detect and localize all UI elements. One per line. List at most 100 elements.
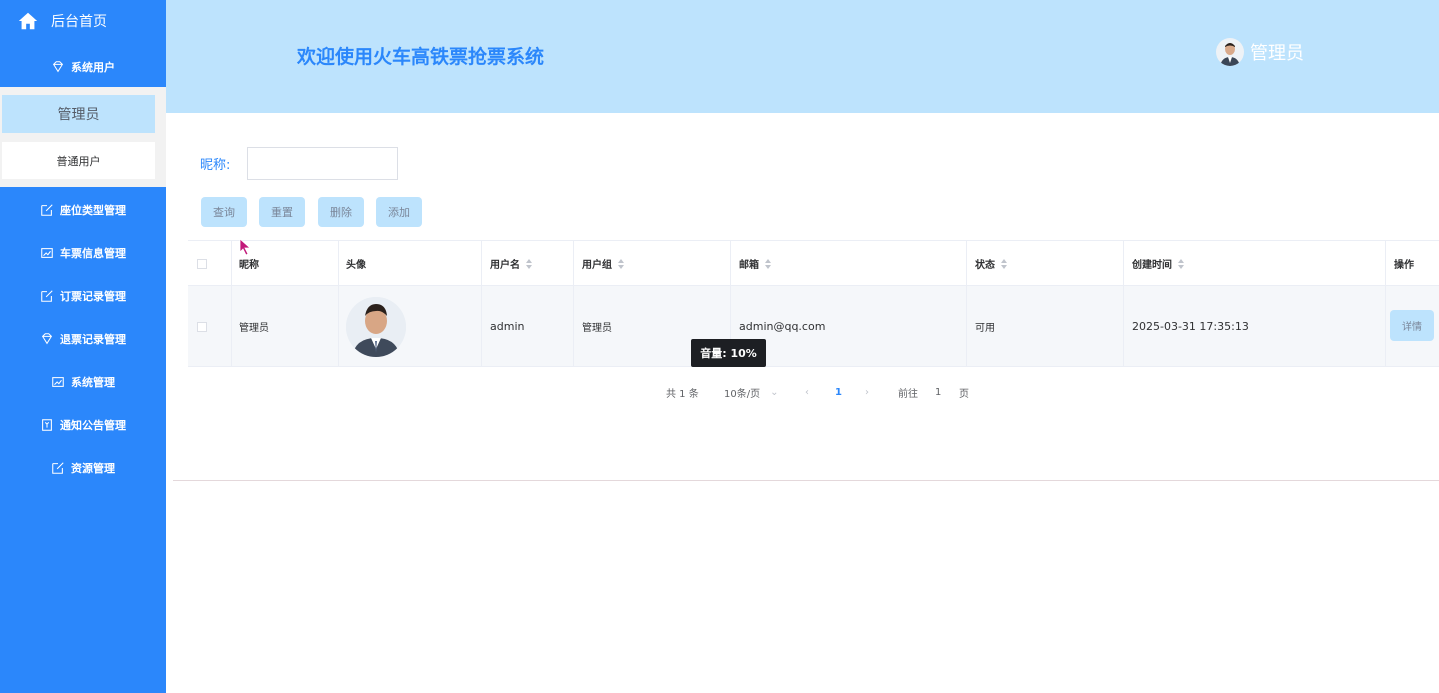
select-all-checkbox-cell[interactable] (197, 241, 207, 286)
sidebar-item-label: 车票信息管理 (60, 246, 126, 260)
edit-icon (41, 203, 53, 216)
cell-group: 管理员 (582, 323, 612, 334)
table-row: 管理员 admin 管理员 admin@qq.com 可用 2025-03-31… (188, 286, 1439, 367)
goto-prefix: 前往 (898, 388, 918, 400)
column-divider (481, 241, 482, 367)
table-header-row: 昵称 头像 用户名 用户组 邮箱 状态 创建时间 操作 (188, 241, 1439, 286)
sort-icon[interactable] (1178, 258, 1184, 269)
app-root: 后台首页 系统用户 管理员 普通用户 座位类型管理 车票信息管理 订票记录管理 … (0, 0, 1439, 693)
column-header-label: 昵称 (239, 260, 259, 271)
query-button[interactable]: 查询 (201, 197, 247, 227)
reset-button[interactable]: 重置 (259, 197, 305, 227)
column-header-label: 状态 (975, 260, 995, 271)
sidebar-item-label: 座位类型管理 (60, 203, 126, 217)
sidebar-item-resources[interactable]: 资源管理 (0, 446, 166, 489)
chevron-down-icon: ⌄ (770, 386, 779, 398)
submenu-item-admin[interactable]: 管理员 (2, 95, 155, 133)
sidebar: 后台首页 系统用户 管理员 普通用户 座位类型管理 车票信息管理 订票记录管理 … (0, 0, 166, 693)
sidebar-item-system-users[interactable]: 系统用户 (0, 45, 166, 88)
column-header-label: 操作 (1394, 260, 1414, 271)
sidebar-item-label: 系统管理 (71, 375, 115, 389)
avatar (346, 296, 406, 357)
detail-button[interactable]: 详情 (1390, 310, 1434, 341)
column-header-label: 用户名 (490, 260, 520, 271)
bookmark-icon (42, 418, 52, 431)
column-header-group[interactable]: 用户组 (582, 241, 624, 286)
column-divider (1123, 241, 1124, 367)
sidebar-item-system-management[interactable]: 系统管理 (0, 360, 166, 403)
sidebar-item-label: 资源管理 (71, 461, 115, 475)
sidebar-item-label: 系统用户 (71, 60, 115, 74)
goto-page-input[interactable]: 1 (935, 384, 941, 400)
column-header-label: 头像 (346, 260, 366, 271)
sort-icon[interactable] (526, 258, 532, 269)
cell-status: 可用 (975, 323, 995, 334)
users-table: 昵称 头像 用户名 用户组 邮箱 状态 创建时间 操作 管理员 admin 管理… (188, 240, 1439, 367)
sort-icon[interactable] (1001, 258, 1007, 269)
goto-suffix: 页 (959, 388, 969, 400)
sidebar-submenu: 管理员 普通用户 (0, 87, 166, 187)
page-size-label: 10条/页 (724, 388, 761, 400)
person-avatar-icon (346, 296, 406, 357)
mouse-cursor-icon (239, 238, 252, 256)
page-title: 欢迎使用火车高铁票抢票系统 (297, 46, 545, 68)
diamond-icon (52, 60, 64, 72)
sort-icon[interactable] (765, 258, 771, 269)
chart-icon (52, 376, 64, 387)
row-checkbox[interactable] (197, 321, 207, 332)
sidebar-item-label: 退票记录管理 (60, 332, 126, 346)
page-number[interactable]: 1 (835, 384, 842, 400)
volume-tooltip: 音量: 10% (691, 339, 766, 367)
sidebar-item-refund-records[interactable]: 退票记录管理 (0, 317, 166, 360)
nickname-search-label: 昵称: (200, 158, 231, 173)
sidebar-item-label: 订票记录管理 (60, 289, 126, 303)
prev-page-icon[interactable]: ‹ (805, 384, 809, 400)
edit-icon (41, 289, 53, 302)
next-page-icon[interactable]: › (865, 384, 869, 400)
home-icon (18, 12, 38, 30)
avatar (1216, 38, 1244, 66)
cell-avatar (346, 286, 406, 367)
column-header-label: 邮箱 (739, 260, 759, 271)
sort-icon[interactable] (618, 258, 624, 269)
header-user-menu[interactable]: 管理员 (1216, 38, 1304, 66)
column-divider (1385, 241, 1386, 367)
submenu-item-normal-user[interactable]: 普通用户 (2, 142, 155, 179)
header-user-label: 管理员 (1250, 43, 1304, 64)
cell-username: admin (490, 320, 525, 333)
column-divider (231, 241, 232, 367)
column-header-actions: 操作 (1394, 241, 1414, 286)
pagination-total: 共 1 条 (666, 388, 699, 400)
submenu-item-label: 普通用户 (56, 154, 101, 168)
nickname-search-input[interactable] (247, 147, 398, 180)
column-header-status[interactable]: 状态 (975, 241, 1007, 286)
person-avatar-icon (1216, 38, 1244, 66)
column-header-avatar: 头像 (346, 241, 366, 286)
column-header-email[interactable]: 邮箱 (739, 241, 771, 286)
diamond-icon (41, 332, 53, 344)
column-divider (573, 241, 574, 367)
sidebar-home-label: 后台首页 (51, 14, 107, 30)
row-checkbox-cell[interactable] (197, 286, 207, 367)
sidebar-item-booking-records[interactable]: 订票记录管理 (0, 274, 166, 317)
cell-created: 2025-03-31 17:35:13 (1132, 320, 1249, 333)
column-header-label: 用户组 (582, 260, 612, 271)
delete-button[interactable]: 删除 (318, 197, 364, 227)
content-divider (173, 480, 1439, 481)
sidebar-home-link[interactable]: 后台首页 (0, 0, 166, 42)
page-size-select[interactable]: 10条/页 ⌄ (724, 384, 778, 400)
select-all-checkbox[interactable] (197, 258, 207, 269)
column-header-label: 创建时间 (1132, 260, 1172, 271)
edit-icon (52, 461, 64, 474)
submenu-item-label: 管理员 (57, 107, 100, 123)
sidebar-item-ticket-info[interactable]: 车票信息管理 (0, 231, 166, 274)
column-header-username[interactable]: 用户名 (490, 241, 532, 286)
cell-nickname: 管理员 (239, 323, 269, 334)
chart-icon (41, 247, 53, 258)
top-header: 欢迎使用火车高铁票抢票系统 管理员 (166, 0, 1439, 113)
sidebar-item-seat-type[interactable]: 座位类型管理 (0, 188, 166, 231)
add-button[interactable]: 添加 (376, 197, 422, 227)
column-header-created[interactable]: 创建时间 (1132, 241, 1184, 286)
sidebar-item-notices[interactable]: 通知公告管理 (0, 403, 166, 446)
column-divider (338, 241, 339, 367)
